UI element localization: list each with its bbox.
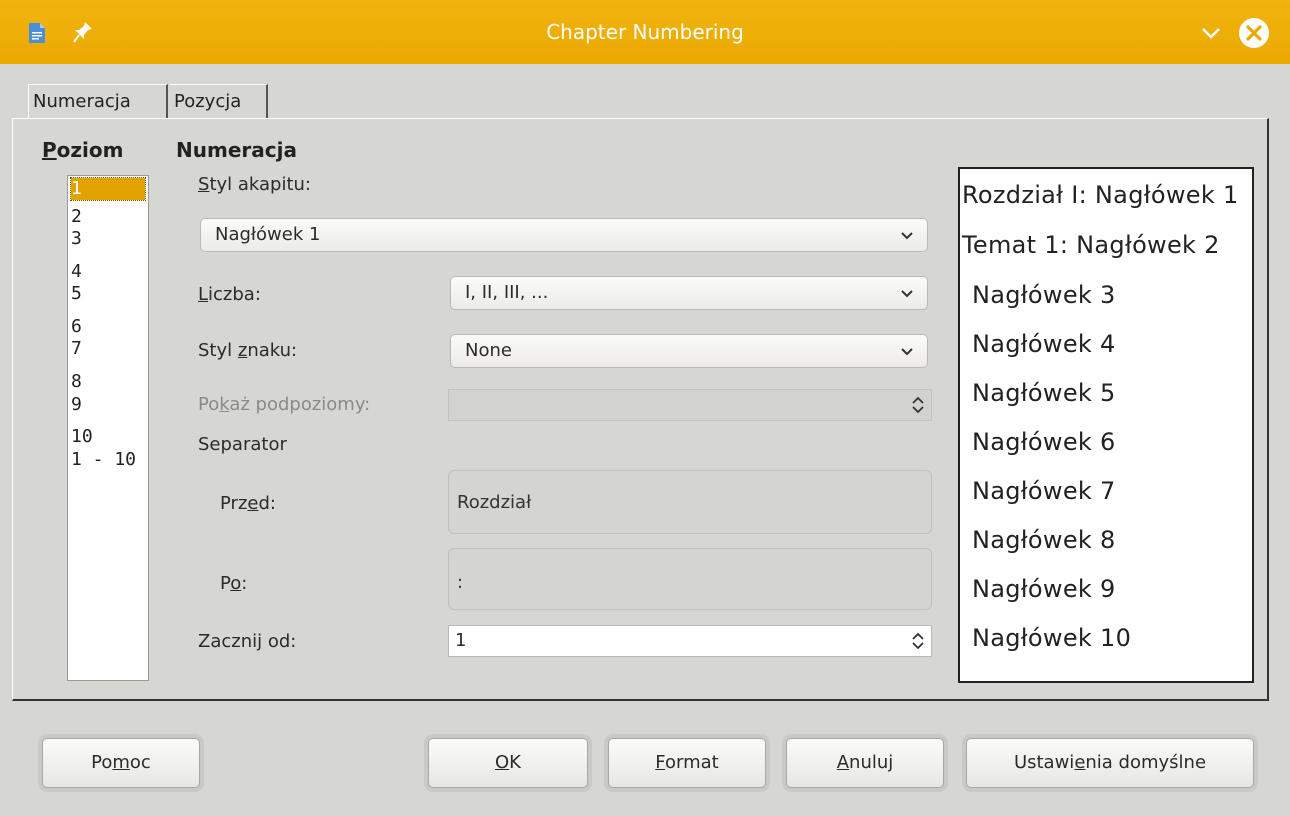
after-text-field[interactable]: : <box>448 548 932 610</box>
level-item-10[interactable]: 10 <box>71 426 93 448</box>
chevron-down-icon <box>901 290 913 298</box>
char-style-label: Styl znaku: <box>198 340 298 361</box>
spin-arrows-icon <box>912 396 924 414</box>
level-item-1[interactable]: 1 <box>70 177 146 201</box>
tab-pozycja[interactable]: Pozycja <box>170 84 268 118</box>
level-listbox[interactable]: 1 2 3 4 5 6 7 8 9 10 1 - 10 <box>67 175 149 681</box>
preview-line-7: Nagłówek 7 <box>972 477 1116 505</box>
reset-defaults-button[interactable]: Ustawienia domyślne <box>966 738 1254 788</box>
help-button[interactable]: Pomoc <box>42 738 200 788</box>
separator-label: Separator <box>198 434 287 455</box>
numbering-header: Numeracja <box>176 138 297 162</box>
level-item-5[interactable]: 5 <box>71 283 82 305</box>
start-at-spinner[interactable]: 1 <box>448 625 932 657</box>
minimize-chevron-icon[interactable] <box>1196 20 1226 46</box>
tab-numeracja[interactable]: Numeracja <box>28 84 168 118</box>
level-item-4[interactable]: 4 <box>71 261 82 283</box>
level-item-8[interactable]: 8 <box>71 371 82 393</box>
paragraph-style-label: Styl akapitu: <box>198 174 311 195</box>
preview-line-1: Rozdział I: Nagłówek 1 <box>962 181 1239 209</box>
level-item-7[interactable]: 7 <box>71 338 82 360</box>
number-format-dropdown[interactable]: I, II, III, ... <box>450 276 928 310</box>
chevron-down-icon <box>901 232 913 240</box>
ok-button[interactable]: OK <box>428 738 588 788</box>
start-at-label: Zacznij od: <box>198 631 297 652</box>
window-title: Chapter Numbering <box>546 20 744 44</box>
char-style-dropdown[interactable]: None <box>450 334 928 368</box>
show-sublevels-spinner <box>448 389 932 421</box>
preview-line-3: Nagłówek 3 <box>972 281 1116 309</box>
after-label: Po: <box>220 573 248 594</box>
level-item-9[interactable]: 9 <box>71 394 82 416</box>
before-label: Przed: <box>220 493 276 514</box>
before-text-field[interactable]: Rozdział <box>448 470 932 534</box>
preview-line-5: Nagłówek 5 <box>972 379 1116 407</box>
chevron-down-icon <box>901 348 913 356</box>
preview-line-9: Nagłówek 9 <box>972 575 1116 603</box>
preview-line-10: Nagłówek 10 <box>972 624 1132 652</box>
level-item-6[interactable]: 6 <box>71 316 82 338</box>
preview-line-4: Nagłówek 4 <box>972 330 1116 358</box>
numbering-preview: Rozdział I: Nagłówek 1 Temat 1: Nagłówek… <box>958 167 1254 683</box>
level-header: Poziom <box>42 138 124 162</box>
title-bar: Chapter Numbering <box>0 0 1290 64</box>
spin-arrows-icon[interactable] <box>911 631 925 651</box>
level-item-2[interactable]: 2 <box>71 206 82 228</box>
format-button[interactable]: Format <box>608 738 766 788</box>
preview-line-8: Nagłówek 8 <box>972 526 1116 554</box>
show-sublevels-label: Pokaż podpoziomy: <box>198 394 371 415</box>
paragraph-style-dropdown[interactable]: Nagłówek 1 <box>200 218 928 252</box>
close-icon[interactable] <box>1238 17 1270 49</box>
level-item-all[interactable]: 1 - 10 <box>71 449 136 471</box>
cancel-button[interactable]: Anuluj <box>786 738 944 788</box>
preview-line-2: Temat 1: Nagłówek 2 <box>962 231 1220 259</box>
preview-line-6: Nagłówek 6 <box>972 428 1116 456</box>
level-item-3[interactable]: 3 <box>71 228 82 250</box>
number-label: Liczba: <box>198 284 261 305</box>
